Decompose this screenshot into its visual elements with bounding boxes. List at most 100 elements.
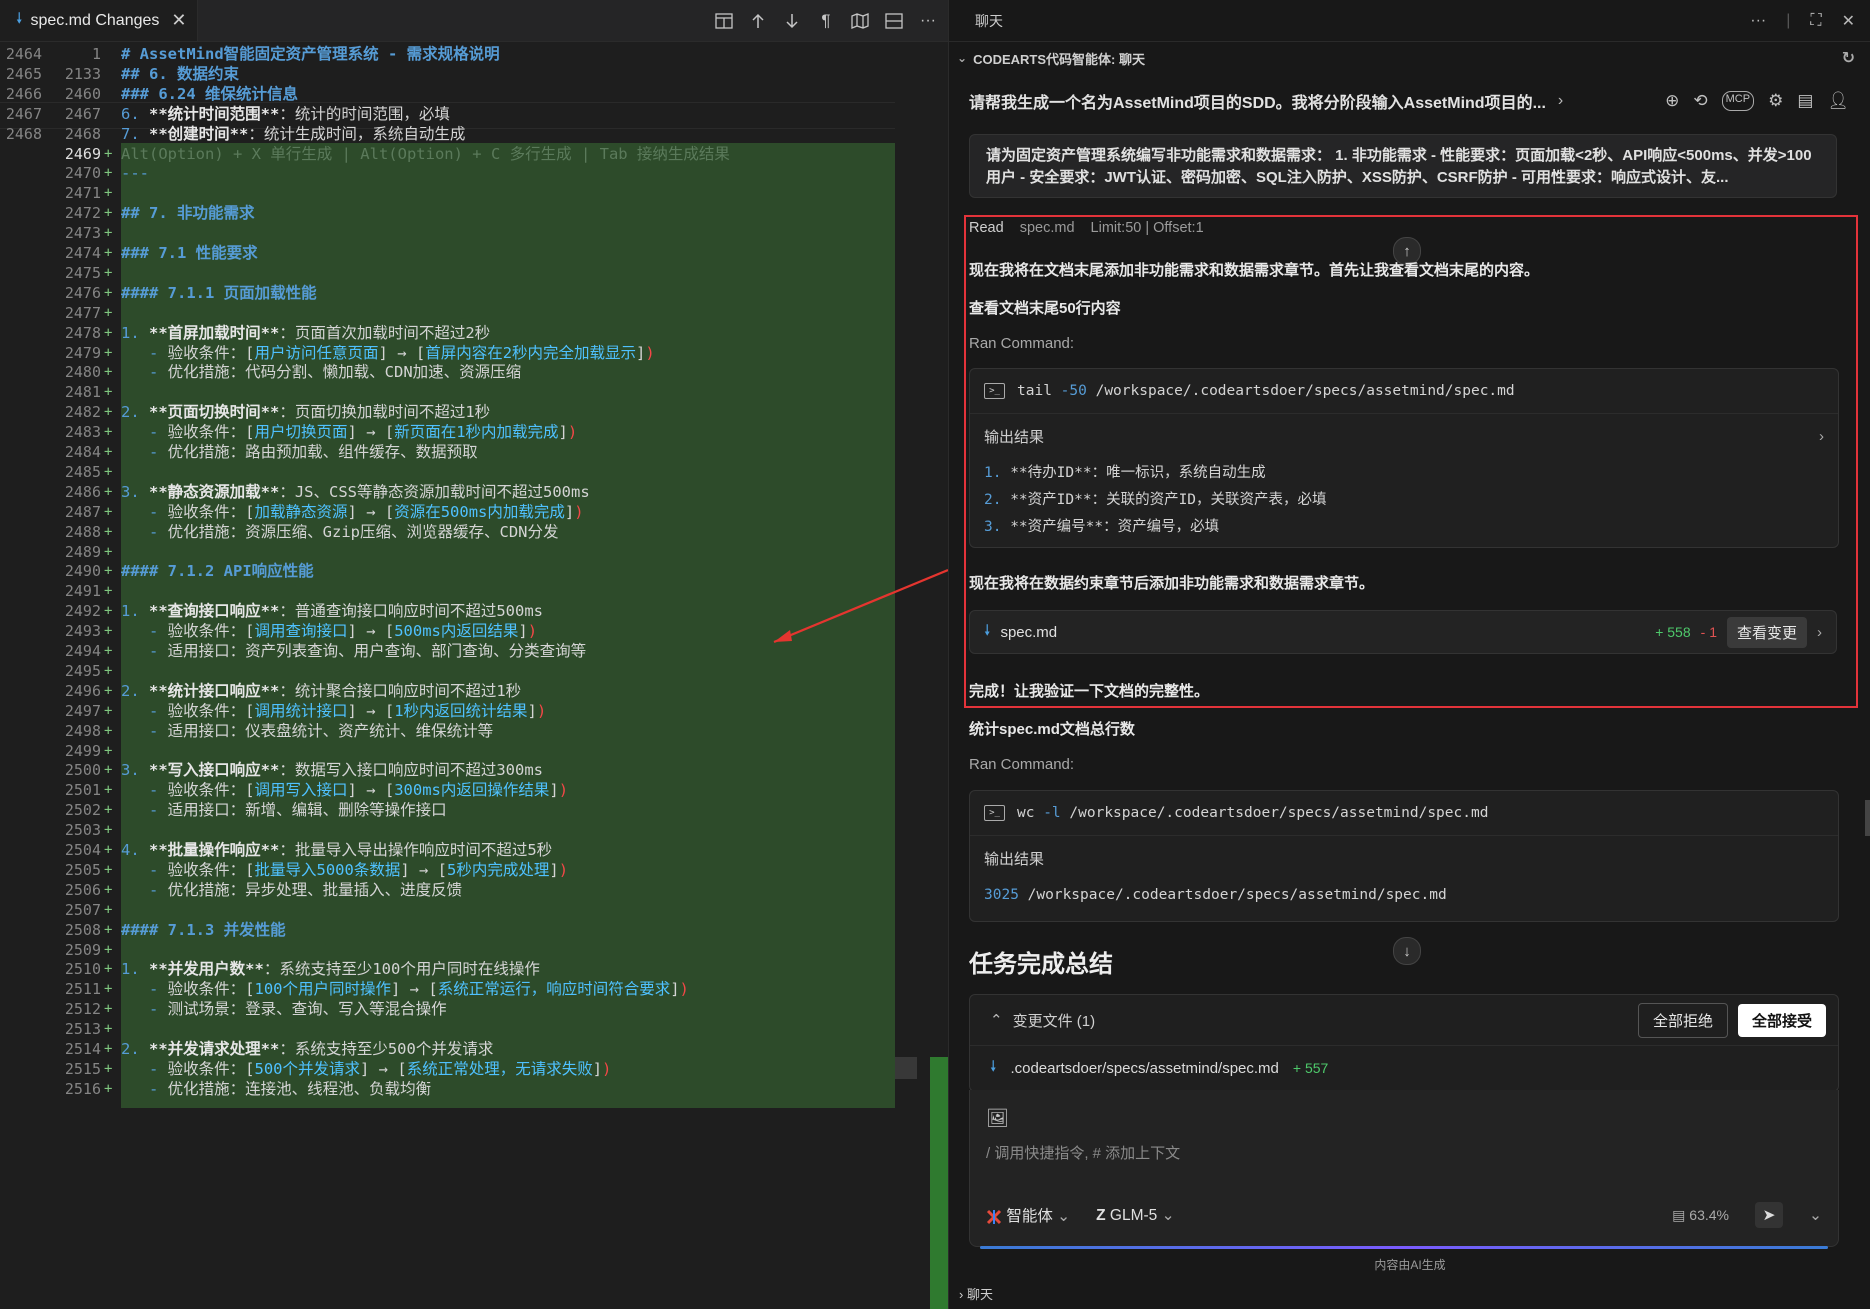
input-glow	[980, 1246, 1828, 1249]
ran-command-label: Ran Command:	[969, 335, 1075, 352]
document-icon[interactable]: ▤	[1797, 91, 1813, 111]
chat-input-placeholder[interactable]: / 调用快捷指令, # 添加上下文	[986, 1142, 1180, 1163]
command-path: /workspace/.codeartsdoer/specs/assetmind…	[1095, 383, 1515, 399]
divider: |	[1786, 11, 1791, 29]
chevron-down-icon[interactable]: ⌄	[1809, 1206, 1822, 1225]
open-changes-icon[interactable]	[714, 11, 734, 31]
code-text: - 优化措施：连接池、线程池、负载均衡	[121, 1079, 432, 1098]
maximize-icon[interactable]: ⛶	[1810, 12, 1821, 30]
assistant-message: 现在我将在数据约束章节后添加非功能需求和数据需求章节。	[969, 575, 1375, 592]
changed-files-panel: ⌃ 变更文件 (1) 全部拒绝 全部接受 🠗 .codeartsdoer/spe…	[969, 994, 1839, 1092]
editor-tab-bar: 🠗 spec.md Changes ✕ ¶ ···	[0, 0, 948, 42]
minimap-slider[interactable]	[895, 1057, 917, 1079]
chat-input-box[interactable]: 🖼︎ / 调用快捷指令, # 添加上下文 智能体 ⌄ Z GLM-5 ⌄ ▤ 6…	[969, 1090, 1839, 1249]
output-label: 输出结果	[984, 428, 1045, 446]
more-icon[interactable]: ···	[1750, 12, 1766, 30]
output-label: 输出结果	[984, 850, 1045, 868]
request-text: 请为固定资产管理系统编写非功能需求和数据需求： 1. 非功能需求 - 性能要求：…	[986, 147, 1812, 186]
modified-line-number: 2516	[64, 1079, 101, 1098]
output-line: 2. **资产ID**：关联的资产ID，关联资产表，必填	[984, 492, 1327, 508]
summary-title: 任务完成总结	[969, 951, 1113, 978]
accept-all-button[interactable]: 全部接受	[1737, 1003, 1826, 1037]
command-flag: -50	[1060, 383, 1087, 399]
terminal-icon: >_	[984, 805, 1005, 821]
command-block: >_ tail -50 /workspace/.codeartsdoer/spe…	[969, 368, 1839, 548]
chevron-right-icon: ›	[1557, 92, 1564, 109]
conversation-title[interactable]: 请帮我生成一个名为AssetMind项目的SDD。我将分阶段输入AssetMin…	[969, 84, 1849, 118]
arrow-down-icon[interactable]	[782, 11, 802, 31]
editor-pane: 🠗 spec.md Changes ✕ ¶ ··· 2464 1 # Asset…	[0, 0, 948, 1309]
lines-added: + 558	[1655, 624, 1691, 640]
user-icon[interactable]: 👤︎	[1827, 91, 1849, 111]
tab-label: spec.md Changes	[30, 11, 160, 29]
read-label: Read	[969, 220, 1004, 236]
markdown-file-icon: 🠗	[990, 1057, 997, 1075]
added-line-marker: +	[104, 1080, 113, 1097]
markdown-file-icon: 🠗	[984, 621, 991, 639]
send-icon[interactable]: ➤	[1755, 1202, 1783, 1228]
lines-removed: - 1	[1700, 624, 1717, 640]
editor-actions: ¶ ···	[714, 0, 938, 41]
assistant-message: 统计spec.md文档总行数	[969, 721, 1135, 738]
split-editor-icon[interactable]	[884, 11, 904, 31]
changed-file-row[interactable]: 🠗 .codeartsdoer/specs/assetmind/spec.md …	[970, 1046, 1838, 1090]
chat-footer-section[interactable]: › 聊天	[959, 1284, 993, 1303]
reject-all-button[interactable]: 全部拒绝	[1637, 1002, 1728, 1038]
assistant-message: 现在我将在文档末尾添加非功能需求和数据需求章节。首先让我查看文档末尾的内容。	[969, 262, 1540, 279]
arrow-up-icon[interactable]	[748, 11, 768, 31]
chevron-down-icon: ⌄	[957, 51, 968, 65]
changes-label: 变更文件 (1)	[1012, 1012, 1096, 1030]
changed-files-header[interactable]: ⌃ 变更文件 (1) 全部拒绝 全部接受	[970, 995, 1838, 1046]
chat-panel-title: 聊天	[975, 12, 1003, 29]
history-icon[interactable]: ⟲	[1693, 91, 1707, 111]
agent-title: CODEARTS代码智能体: 聊天	[973, 51, 1145, 67]
settings-gear-icon[interactable]: ⚙	[1768, 91, 1783, 111]
code-line[interactable]: 2516 + - 优化措施：连接池、线程池、负载均衡	[0, 1078, 948, 1102]
agent-section-header[interactable]: ⌄ CODEARTS代码智能体: 聊天 ↻	[949, 44, 1870, 72]
pilcrow-icon[interactable]: ¶	[816, 11, 836, 31]
output-header[interactable]: 输出结果	[970, 836, 1838, 880]
map-icon[interactable]	[850, 11, 870, 31]
terminal-icon: >_	[984, 383, 1005, 399]
context-icon: ▤	[1672, 1206, 1686, 1223]
chevron-right-icon: ›	[1819, 427, 1824, 445]
view-changes-button[interactable]: 查看变更	[1726, 616, 1807, 648]
output-header[interactable]: 输出结果 ›	[970, 414, 1838, 458]
annotation-arrow	[773, 568, 948, 644]
user-request-message: 请为固定资产管理系统编写非功能需求和数据需求： 1. 非功能需求 - 性能要求：…	[969, 134, 1837, 198]
new-chat-icon[interactable]: ⊕	[1665, 91, 1679, 111]
command-row[interactable]: >_ wc -l /workspace/.codeartsdoer/specs/…	[970, 791, 1838, 836]
command-name: wc	[1017, 805, 1035, 821]
close-icon[interactable]: ✕	[171, 10, 186, 31]
mcp-icon[interactable]: MCP	[1721, 91, 1755, 111]
output-line: 3. **资产编号**：资产编号，必填	[984, 519, 1220, 535]
command-block: >_ wc -l /workspace/.codeartsdoer/specs/…	[969, 790, 1839, 922]
command-flag: -l	[1043, 805, 1061, 821]
read-tool-line: Read spec.md Limit:50 | Offset:1	[969, 220, 1204, 236]
diff-editor[interactable]: 2464 1 # AssetMind智能固定资产管理系统 - 需求规格说明 2465 2…	[0, 42, 948, 1309]
ai-generated-note: 内容由AI生成	[1374, 1258, 1446, 1272]
ran-command-label: Ran Command:	[969, 756, 1075, 773]
assistant-message: 查看文档末尾50行内容	[969, 300, 1121, 317]
chat-scrollbar[interactable]	[1865, 800, 1870, 836]
command-path: /workspace/.codeartsdoer/specs/assetmind…	[1069, 805, 1489, 821]
output-line: 3025 /workspace/.codeartsdoer/specs/asse…	[984, 887, 1447, 903]
agent-mode-select[interactable]: 智能体 ⌄	[986, 1204, 1070, 1226]
command-row[interactable]: >_ tail -50 /workspace/.codeartsdoer/spe…	[970, 369, 1838, 414]
model-select[interactable]: Z GLM-5 ⌄	[1096, 1206, 1174, 1225]
request-title: 请帮我生成一个名为AssetMind项目的SDD。我将分阶段输入AssetMin…	[969, 95, 1546, 112]
more-icon[interactable]: ···	[918, 11, 938, 31]
chevron-up-icon: ⌃	[990, 1012, 1003, 1029]
file-change-card[interactable]: 🠗 spec.md + 558 - 1 查看变更 ›	[969, 610, 1837, 654]
command-output: 3025 /workspace/.codeartsdoer/specs/asse…	[970, 880, 1838, 917]
refresh-icon[interactable]: ↻	[1842, 48, 1855, 68]
chat-panel: 聊天 ··· | ⛶ ✕ ⌄ CODEARTS代码智能体: 聊天 ↻ 请帮我生成…	[948, 0, 1870, 1309]
close-icon[interactable]: ✕	[1842, 11, 1855, 31]
scroll-down-icon[interactable]: ↓	[1393, 937, 1421, 965]
tab-spec-changes[interactable]: 🠗 spec.md Changes ✕	[0, 0, 198, 41]
command-name: tail	[1017, 383, 1052, 399]
chevron-right-icon[interactable]: ›	[1817, 624, 1822, 641]
chevron-right-icon: ›	[959, 1287, 964, 1302]
agent-logo-icon	[986, 1209, 1002, 1224]
image-attach-icon[interactable]: 🖼︎	[986, 1108, 1009, 1129]
